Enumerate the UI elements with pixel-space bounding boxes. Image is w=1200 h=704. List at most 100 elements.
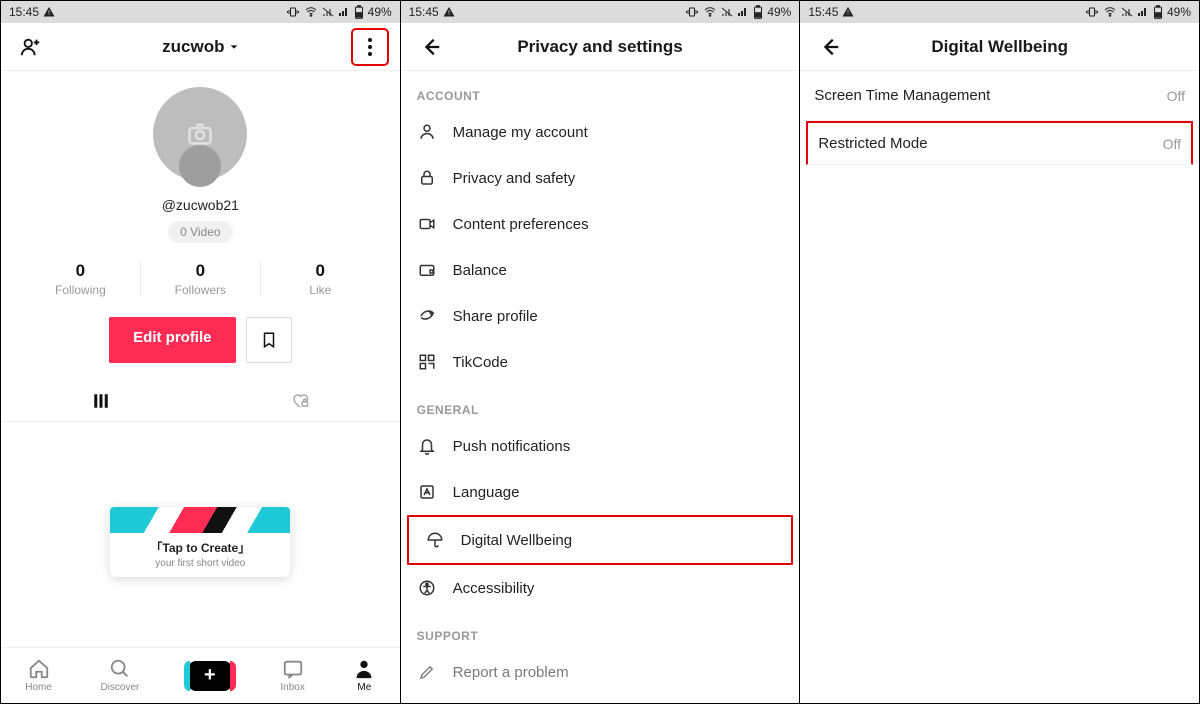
nav-home[interactable]: Home: [25, 658, 52, 693]
no-signal-icon: [1121, 6, 1133, 18]
person-icon: [353, 658, 375, 680]
status-time: 15:45: [409, 5, 439, 19]
wallet-icon: [417, 261, 437, 279]
settings-header: Privacy and settings: [401, 23, 800, 71]
stats-row: 0 Following 0 Followers 0 Like: [21, 261, 380, 297]
tap-card-title: 「Tap to Create」: [118, 539, 282, 556]
warning-icon: [43, 6, 55, 18]
item-digital-wellbeing[interactable]: Digital Wellbeing: [407, 515, 794, 565]
bell-icon: [417, 437, 437, 455]
signal-icon: [737, 6, 749, 18]
nav-discover[interactable]: Discover: [100, 658, 139, 693]
section-general: GENERAL: [401, 385, 800, 423]
item-accessibility[interactable]: Accessibility: [401, 565, 800, 611]
tap-card-sub: your first short video: [118, 558, 282, 569]
username-dropdown[interactable]: zucwob: [49, 37, 352, 57]
battery-icon: [753, 5, 763, 19]
screen-profile: 15:45 49% zucwob: [1, 1, 401, 703]
row-label: Restricted Mode: [818, 135, 927, 152]
handle-label: @zucwob21: [162, 197, 239, 213]
row-value: Off: [1163, 136, 1181, 152]
wifi-icon: [1103, 6, 1117, 18]
tab-liked[interactable]: [200, 381, 399, 421]
item-privacy-safety[interactable]: Privacy and safety: [401, 155, 800, 201]
grid-icon: [92, 392, 110, 410]
stat-followers[interactable]: 0 Followers: [141, 261, 260, 297]
no-signal-icon: [322, 6, 334, 18]
section-support: SUPPORT: [401, 611, 800, 649]
row-label: Screen Time Management: [814, 87, 990, 104]
vibrate-icon: [685, 6, 699, 18]
person-outline-icon: [417, 123, 437, 141]
nav-me[interactable]: Me: [353, 658, 375, 693]
signal-icon: [338, 6, 350, 18]
camera-icon: [186, 120, 214, 148]
row-value: Off: [1167, 88, 1185, 104]
edit-profile-button[interactable]: Edit profile: [109, 317, 235, 363]
no-signal-icon: [721, 6, 733, 18]
qr-icon: [417, 353, 437, 371]
status-battery: 49%: [368, 5, 392, 19]
bookmark-icon: [260, 330, 278, 350]
item-report-problem[interactable]: Report a problem: [401, 649, 800, 695]
settings-title: Privacy and settings: [449, 37, 752, 57]
item-manage-account[interactable]: Manage my account: [401, 109, 800, 155]
video-count-chip: 0 Video: [168, 221, 232, 243]
inbox-icon: [282, 658, 304, 680]
umbrella-icon: [425, 531, 445, 549]
row-screen-time[interactable]: Screen Time Management Off: [800, 71, 1199, 121]
warning-icon: [842, 6, 854, 18]
status-bar: 15:45 49%: [401, 1, 800, 23]
wellbeing-title: Digital Wellbeing: [848, 37, 1151, 57]
kebab-icon: [368, 38, 372, 56]
wifi-icon: [703, 6, 717, 18]
item-content-preferences[interactable]: Content preferences: [401, 201, 800, 247]
home-icon: [28, 658, 50, 680]
status-battery: 49%: [767, 5, 791, 19]
video-icon: [417, 215, 437, 233]
item-language[interactable]: Language: [401, 469, 800, 515]
profile-tabs: [1, 381, 400, 422]
nav-inbox[interactable]: Inbox: [280, 658, 304, 693]
back-button[interactable]: [413, 29, 449, 65]
item-share-profile[interactable]: Share profile: [401, 293, 800, 339]
lock-icon: [417, 169, 437, 187]
screen-settings: 15:45 49% Privacy and settings ACCOUNT: [401, 1, 801, 703]
status-bar: 15:45 49%: [800, 1, 1199, 23]
screen-digital-wellbeing: 15:45 49% Digital Wellbeing Screen Time …: [800, 1, 1199, 703]
section-account: ACCOUNT: [401, 71, 800, 109]
bottom-nav: Home Discover + Inbox Me: [1, 647, 400, 703]
signal-icon: [1137, 6, 1149, 18]
username-label: zucwob: [162, 37, 224, 57]
card-splash-art: [110, 507, 290, 533]
battery-icon: [354, 5, 364, 19]
status-time: 15:45: [9, 5, 39, 19]
share-icon: [417, 307, 437, 325]
back-button[interactable]: [812, 29, 848, 65]
pen-icon: [417, 663, 437, 681]
bookmark-button[interactable]: [246, 317, 292, 363]
row-restricted-mode[interactable]: Restricted Mode Off: [806, 121, 1193, 165]
tap-to-create-card[interactable]: 「Tap to Create」 your first short video: [110, 507, 290, 577]
status-battery: 49%: [1167, 5, 1191, 19]
back-arrow-icon: [420, 36, 442, 58]
wifi-icon: [304, 6, 318, 18]
wellbeing-header: Digital Wellbeing: [800, 23, 1199, 71]
stat-likes[interactable]: 0 Like: [261, 261, 380, 297]
more-options-button[interactable]: [352, 29, 388, 65]
tab-posts[interactable]: [1, 381, 200, 421]
item-tikcode[interactable]: TikCode: [401, 339, 800, 385]
avatar[interactable]: [153, 87, 247, 181]
add-user-icon[interactable]: [13, 29, 49, 65]
nav-create[interactable]: +: [188, 661, 232, 691]
stat-following[interactable]: 0 Following: [21, 261, 140, 297]
battery-icon: [1153, 5, 1163, 19]
search-icon: [109, 658, 131, 680]
language-icon: [417, 483, 437, 501]
status-bar: 15:45 49%: [1, 1, 400, 23]
item-push-notifications[interactable]: Push notifications: [401, 423, 800, 469]
accessibility-icon: [417, 579, 437, 597]
item-balance[interactable]: Balance: [401, 247, 800, 293]
back-arrow-icon: [819, 36, 841, 58]
profile-header: zucwob: [1, 23, 400, 71]
